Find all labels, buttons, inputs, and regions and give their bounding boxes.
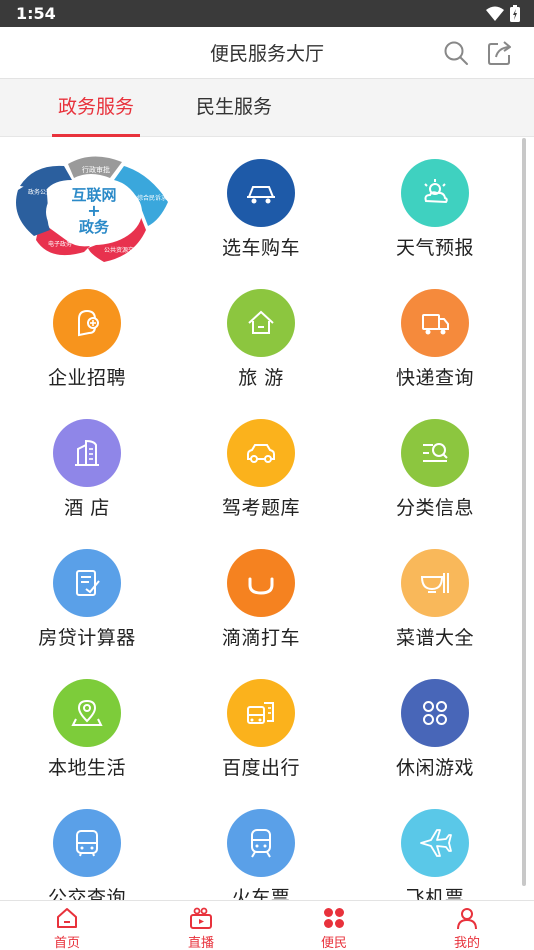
building-icon [53, 419, 121, 487]
wifi-icon [486, 6, 504, 21]
service-label: 驾考题库 [221, 497, 300, 519]
service-car-buying[interactable]: 选车购车 [174, 138, 348, 268]
service-weather[interactable]: 天气预报 [348, 138, 522, 268]
service-air-ticket[interactable]: 飞机票 [348, 788, 522, 900]
nav-label: 直播 [187, 936, 214, 950]
service-travel[interactable]: 旅 游 [174, 268, 348, 398]
service-label: 本地生活 [47, 757, 126, 779]
service-label: 休闲游戏 [395, 757, 474, 779]
service-baidu-travel[interactable]: 百度出行 [174, 658, 348, 788]
service-recipes[interactable]: 菜谱大全 [348, 528, 522, 658]
home-icon [57, 908, 77, 928]
location-pin-icon [53, 679, 121, 747]
bus-icon [53, 809, 121, 877]
service-label: 旅 游 [238, 367, 284, 389]
service-label: 房贷计算器 [38, 627, 136, 649]
tab-government-services[interactable]: 政务服务 [52, 79, 140, 137]
service-label: 快递查询 [395, 367, 474, 389]
user-icon [457, 908, 477, 930]
service-mortgage-calculator[interactable]: 房贷计算器 [0, 528, 174, 658]
convenience-icon [324, 908, 344, 928]
house-icon [227, 289, 295, 357]
scrollbar[interactable] [522, 138, 526, 886]
internet-plus-government-tile[interactable]: 互联网 + 政务 行政审批 综合民诉求 公共资源交易 电子政务 政务公开 [0, 138, 174, 268]
tab-livelihood-services[interactable]: 民生服务 [193, 79, 275, 137]
service-label: 分类信息 [395, 497, 474, 519]
tab-bar: 政务服务 民生服务 [0, 79, 534, 137]
recruit-icon [53, 289, 121, 357]
share-icon[interactable] [487, 40, 513, 66]
search-icon[interactable] [443, 40, 469, 66]
status-time: 1:54 [16, 4, 56, 23]
service-label: 酒 店 [64, 497, 110, 519]
clover-icon [401, 679, 469, 747]
service-label: 菜谱大全 [395, 627, 474, 649]
nav-convenience[interactable]: 便民 [267, 901, 401, 950]
nav-label: 首页 [53, 936, 80, 950]
train-icon [227, 809, 295, 877]
battery-icon [510, 5, 520, 22]
weather-icon [401, 159, 469, 227]
truck-icon [401, 289, 469, 357]
service-label: 滴滴打车 [221, 627, 300, 649]
logo-segment-public-appeal: 综合民诉求 [137, 194, 167, 202]
plane-icon [401, 809, 469, 877]
internet-plus-government-logo: 互联网 + 政务 行政审批 综合民诉求 公共资源交易 电子政务 政务公开 [16, 156, 168, 262]
service-didi-taxi[interactable]: 滴滴打车 [174, 528, 348, 658]
service-local-life[interactable]: 本地生活 [0, 658, 174, 788]
service-express-query[interactable]: 快递查询 [348, 268, 522, 398]
logo-segment-public-resource: 公共资源交易 [104, 246, 140, 254]
service-label: 企业招聘 [47, 367, 126, 389]
live-tv-icon [190, 907, 212, 929]
service-label: 天气预报 [395, 237, 474, 259]
list-search-icon [401, 419, 469, 487]
bus-map-icon [227, 679, 295, 747]
logo-segment-open-government: 政务公开 [28, 188, 52, 196]
didi-icon [227, 549, 295, 617]
service-recruitment[interactable]: 企业招聘 [0, 268, 174, 398]
service-train-ticket[interactable]: 火车票 [174, 788, 348, 900]
logo-text-government: 政务 [79, 218, 110, 236]
service-hotel[interactable]: 酒 店 [0, 398, 174, 528]
service-classified-info[interactable]: 分类信息 [348, 398, 522, 528]
service-label: 飞机票 [405, 887, 465, 900]
bowl-icon [401, 549, 469, 617]
service-driving-test[interactable]: 驾考题库 [174, 398, 348, 528]
nav-mine[interactable]: 我的 [400, 901, 534, 950]
car-icon [227, 159, 295, 227]
service-casual-games[interactable]: 休闲游戏 [348, 658, 522, 788]
status-bar: 1:54 [0, 0, 534, 27]
logo-segment-e-government: 电子政务 [48, 240, 72, 248]
logo-segment-admin-approval: 行政审批 [82, 165, 110, 174]
nav-label: 我的 [453, 936, 480, 950]
car-outline-icon [227, 419, 295, 487]
nav-live[interactable]: 直播 [134, 901, 268, 950]
service-label: 火车票 [231, 887, 291, 900]
nav-label: 便民 [320, 936, 347, 950]
header: 便民服务大厅 [0, 27, 534, 79]
service-label: 公交查询 [47, 887, 126, 900]
calculator-doc-icon [53, 549, 121, 617]
service-grid: 互联网 + 政务 行政审批 综合民诉求 公共资源交易 电子政务 政务公开 选车购… [0, 138, 522, 900]
service-label: 百度出行 [221, 757, 300, 779]
service-label: 选车购车 [221, 237, 300, 259]
bottom-nav: 首页 直播 便民 我的 [0, 900, 534, 950]
nav-home[interactable]: 首页 [0, 901, 134, 950]
service-bus-query[interactable]: 公交查询 [0, 788, 174, 900]
